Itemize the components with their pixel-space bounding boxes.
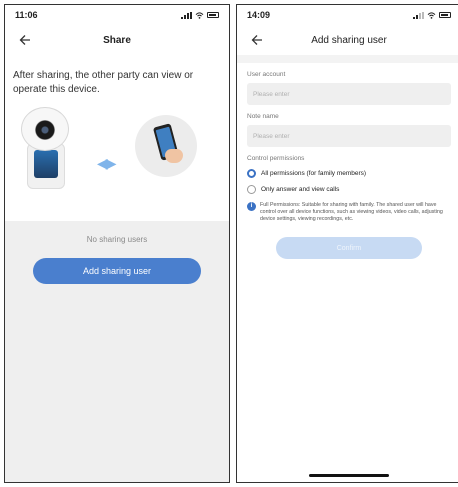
permission-option-label: All permissions (for family members) [261,170,367,177]
note-name-label: Note name [247,113,279,120]
signal-icon [181,11,192,19]
status-bar: 11:06 [5,5,229,25]
add-sharing-user-button[interactable]: Add sharing user [33,258,201,284]
section-divider [237,55,458,63]
battery-icon [439,12,451,18]
status-bar: 14:09 [237,5,458,25]
camera-icon [21,107,69,151]
permission-option-all[interactable]: All permissions (for family members) [247,169,451,178]
camera-lens [35,120,55,140]
hand-graphic [165,149,183,163]
back-arrow-icon[interactable] [249,31,267,49]
sharing-illustration: ◀▶ [5,103,229,223]
share-screen: 11:06 Share After sharing, the other par… [4,4,230,483]
radio-selected-icon[interactable] [247,169,256,178]
confirm-button[interactable]: Confirm [276,237,422,259]
note-name-input[interactable] [247,125,451,147]
status-time: 14:09 [247,10,271,20]
camera-screen [34,150,58,178]
sharing-users-area: No sharing users Add sharing user [5,221,229,482]
permission-option-calls-only[interactable]: Only answer and view calls [247,185,451,194]
share-description: After sharing, the other party can view … [13,70,194,95]
empty-state-text: No sharing users [86,235,148,244]
smartphone-icon [135,115,197,177]
user-account-input[interactable] [247,83,451,105]
add-user-form: User account Note name Control permissio… [237,71,458,259]
system-icons [413,11,451,19]
permission-option-label: Only answer and view calls [261,186,340,193]
nav-bar: Add sharing user [237,25,458,55]
wifi-icon [427,11,436,19]
wifi-icon [195,11,204,19]
radio-unselected-icon[interactable] [247,185,256,194]
nav-bar: Share [5,25,229,55]
battery-icon [207,12,219,18]
user-account-label: User account [247,71,286,78]
status-time: 11:06 [15,10,38,20]
page-title: Add sharing user [311,34,387,46]
signal-icon [413,11,424,19]
add-sharing-user-screen: 14:09 Add sharing user User account Note… [236,4,458,483]
exchange-arrows-icon: ◀▶ [97,155,116,171]
back-arrow-icon[interactable] [17,31,35,49]
permission-info: i Full Permissions: Suitable for sharing… [247,202,451,223]
info-icon: i [247,202,256,211]
permission-info-text: Full Permissions: Suitable for sharing w… [260,202,443,222]
page-title: Share [103,34,131,46]
control-permissions-label: Control permissions [247,155,305,162]
home-indicator [309,474,389,477]
system-icons [181,11,219,19]
